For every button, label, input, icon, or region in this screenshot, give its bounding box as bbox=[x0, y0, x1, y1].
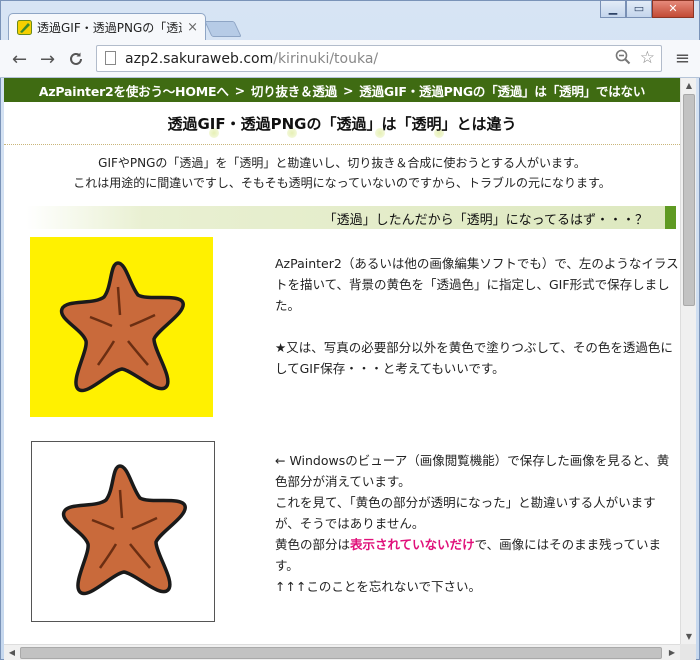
breadcrumb-separator: > bbox=[343, 82, 354, 98]
restore-button[interactable]: ▭ bbox=[626, 0, 652, 18]
horizontal-scroll-thumb[interactable] bbox=[20, 647, 662, 659]
paragraph-2-line-2: これを見て、「黄色の部分が透明になった」と勘違いする人がいますが、そうではありま… bbox=[275, 495, 656, 531]
url-path: /kirinuki/touka/ bbox=[273, 50, 379, 67]
horizontal-scrollbar[interactable]: ◀ ▶ bbox=[4, 644, 680, 660]
scroll-right-icon[interactable]: ▶ bbox=[664, 648, 680, 657]
reload-icon[interactable] bbox=[68, 51, 84, 71]
starfish-viewer-image bbox=[31, 441, 215, 622]
zoom-icon[interactable] bbox=[615, 49, 631, 69]
emphasis-text: 表示されていないだけ bbox=[350, 537, 475, 552]
paragraph-2: ← Windowsのビューア（画像閲覧機能）で保存した画像を見ると、黄色部分が消… bbox=[275, 450, 680, 597]
paragraph-2-line-4: ↑↑↑このことを忘れないで下さい。 bbox=[275, 579, 482, 594]
url-host: azp2.sakuraweb.com bbox=[125, 50, 274, 67]
section-heading: 「透過」したんだから「透明」になってるはず・・・？ bbox=[323, 213, 648, 228]
scroll-left-icon[interactable]: ◀ bbox=[4, 648, 20, 657]
vertical-scroll-thumb[interactable] bbox=[683, 94, 695, 306]
forward-arrow-icon[interactable]: → bbox=[40, 49, 55, 70]
paragraph-2-line-3a: 黄色の部分は bbox=[275, 537, 351, 552]
page-viewport: AzPainter2を使おう～HOMEへ > 切り抜き＆透過 > 透過GIF・透… bbox=[4, 78, 680, 644]
scroll-down-icon[interactable]: ▼ bbox=[681, 632, 697, 641]
address-bar[interactable]: azp2.sakuraweb.com /kirinuki/touka/ ☆ bbox=[96, 45, 662, 72]
new-tab-button[interactable] bbox=[204, 21, 242, 37]
starfish-yellow-image bbox=[30, 237, 213, 417]
scroll-up-icon[interactable]: ▲ bbox=[681, 81, 697, 90]
azpainter-favicon-icon bbox=[17, 20, 32, 35]
section-heading-bar: 「透過」したんだから「透明」になってるはず・・・？ bbox=[26, 206, 676, 229]
tab-title: 透過GIF・透過PNGの「透過」 bbox=[37, 21, 182, 35]
bookmark-star-icon[interactable]: ☆ bbox=[640, 48, 655, 68]
back-arrow-icon[interactable]: ← bbox=[12, 49, 27, 70]
toolbar: ← → azp2.sakuraweb.com /kirinuki/touka/ … bbox=[0, 40, 700, 78]
intro-text: GIFやPNGの「透過」を「透明」と勘違いし、切り抜き＆合成に使おうとする人がい… bbox=[4, 145, 680, 193]
tab-active[interactable]: 透過GIF・透過PNGの「透過」 × bbox=[8, 13, 206, 41]
paragraph-1: AzPainter2（あるいは他の画像編集ソフトでも）で、左のようなイラストを描… bbox=[275, 253, 680, 379]
page-title-area: 透過GIF・透過PNGの「透過」は「透明」とは違う bbox=[4, 102, 680, 144]
intro-line-1: GIFやPNGの「透過」を「透明」と勘違いし、切り抜き＆合成に使おうとする人がい… bbox=[98, 156, 586, 170]
close-tab-icon[interactable]: × bbox=[187, 20, 198, 35]
close-window-button[interactable]: ✕ bbox=[652, 0, 694, 18]
breadcrumb: AzPainter2を使おう～HOMEへ > 切り抜き＆透過 > 透過GIF・透… bbox=[4, 78, 680, 102]
tab-strip: 透過GIF・透過PNGの「透過」 × ▁ ▭ ✕ bbox=[0, 0, 700, 41]
breadcrumb-current: 透過GIF・透過PNGの「透過」は「透明」ではない bbox=[359, 83, 646, 99]
vertical-scrollbar[interactable]: ▲ ▼ bbox=[680, 78, 696, 644]
breadcrumb-separator: > bbox=[234, 82, 245, 98]
page-icon bbox=[105, 51, 116, 65]
breadcrumb-kirinuki-link[interactable]: 切り抜き＆透過 bbox=[251, 81, 337, 100]
paragraph-2-line-3: 黄色の部分は表示されていないだけで、画像にはそのまま残っています。 bbox=[275, 534, 680, 576]
page-title: 透過GIF・透過PNGの「透過」は「透明」とは違う bbox=[167, 114, 517, 133]
scrollbar-corner bbox=[680, 644, 696, 660]
breadcrumb-home-link[interactable]: AzPainter2を使おう～HOMEへ bbox=[39, 81, 229, 100]
menu-icon[interactable]: ≡ bbox=[675, 48, 690, 69]
paragraph-1-text: AzPainter2（あるいは他の画像編集ソフトでも）で、左のようなイラストを描… bbox=[275, 256, 679, 313]
intro-line-2: これは用途的に間違いですし、そもそも透明になっていないのですから、トラブルの元に… bbox=[73, 176, 611, 190]
paragraph-1-note: ★又は、写真の必要部分以外を黄色で塗りつぶして、その色を透過色にしてGIF保存・… bbox=[275, 340, 673, 376]
window-controls: ▁ ▭ ✕ bbox=[600, 0, 694, 18]
paragraph-2-line-1: ← Windowsのビューア（画像閲覧機能）で保存した画像を見ると、黄色部分が消… bbox=[275, 453, 670, 489]
section-heading-accent bbox=[665, 206, 676, 229]
minimize-button[interactable]: ▁ bbox=[600, 0, 626, 18]
